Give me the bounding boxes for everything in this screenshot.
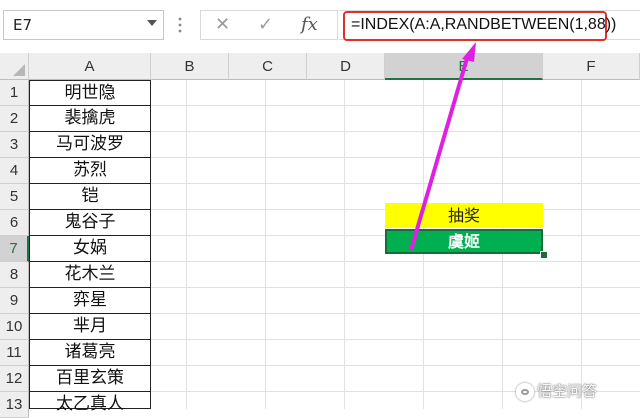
row-header-12[interactable]: 12 (0, 366, 29, 392)
cancel-icon[interactable]: ✕ (215, 14, 230, 35)
row-header-11[interactable]: 11 (0, 340, 29, 366)
row-header-3[interactable]: 3 (0, 132, 29, 158)
check-icon[interactable]: ✓ (258, 14, 273, 35)
cell-a10[interactable]: 芈月 (29, 314, 151, 340)
spreadsheet-grid: A B C D E F 1 2 3 4 5 6 7 8 9 10 11 12 1… (0, 53, 640, 418)
row-header-4[interactable]: 4 (0, 158, 29, 184)
column-header-d[interactable]: D (307, 53, 385, 80)
row-header-1[interactable]: 1 (0, 80, 29, 106)
column-header-c[interactable]: C (229, 53, 307, 80)
cell-e6-lottery-label[interactable]: 抽奖 (385, 203, 543, 228)
name-box-value: E7 (13, 16, 33, 34)
column-header-a[interactable]: A (29, 53, 151, 80)
select-all-corner[interactable] (0, 53, 29, 80)
cell-a5[interactable]: 铠 (29, 184, 151, 210)
column-header-b[interactable]: B (151, 53, 229, 80)
cell-a4[interactable]: 苏烈 (29, 158, 151, 184)
cell-a9[interactable]: 弈星 (29, 288, 151, 314)
fill-handle[interactable] (540, 251, 548, 259)
row-header-5[interactable]: 5 (0, 184, 29, 210)
row-header-2[interactable]: 2 (0, 106, 29, 132)
row-header-7[interactable]: 7 (0, 236, 29, 262)
cell-a11[interactable]: 诸葛亮 (29, 340, 151, 366)
cell-a2[interactable]: 裴擒虎 (29, 106, 151, 132)
formula-buttons: ✕ ✓ fx (200, 10, 338, 40)
row-header-9[interactable]: 9 (0, 288, 29, 314)
cell-a13[interactable]: 太乙真人 (29, 392, 151, 414)
cell-e7-active-result[interactable]: 虞姬 (385, 229, 543, 254)
cell-a1[interactable]: 明世隐 (29, 80, 151, 106)
watermark: 悟空问答 (516, 380, 597, 404)
chevron-down-icon[interactable] (147, 20, 157, 26)
name-box[interactable]: E7 (3, 10, 164, 40)
row-header-10[interactable]: 10 (0, 314, 29, 340)
logo-icon (516, 382, 534, 401)
cell-a7[interactable]: 女娲 (29, 236, 151, 262)
column-header-e[interactable]: E (385, 53, 543, 80)
row-header-8[interactable]: 8 (0, 262, 29, 288)
watermark-text: 悟空问答 (537, 382, 598, 400)
cell-a8[interactable]: 花木兰 (29, 262, 151, 288)
row-header-13[interactable]: 13 (0, 392, 29, 418)
formula-bar: E7 ✕ ✓ fx =INDEX(A:A,RANDBETWEEN(1,88)) (0, 0, 640, 50)
grip-icon[interactable] (178, 16, 182, 34)
column-header-f[interactable]: F (543, 53, 640, 80)
cell-a3[interactable]: 马可波罗 (29, 132, 151, 158)
insert-function-icon[interactable]: fx (301, 14, 318, 35)
formula-text[interactable]: =INDEX(A:A,RANDBETWEEN(1,88)) (351, 16, 616, 34)
row-header-6[interactable]: 6 (0, 210, 29, 236)
cell-a6[interactable]: 鬼谷子 (29, 210, 151, 236)
cell-a12[interactable]: 百里玄策 (29, 366, 151, 392)
